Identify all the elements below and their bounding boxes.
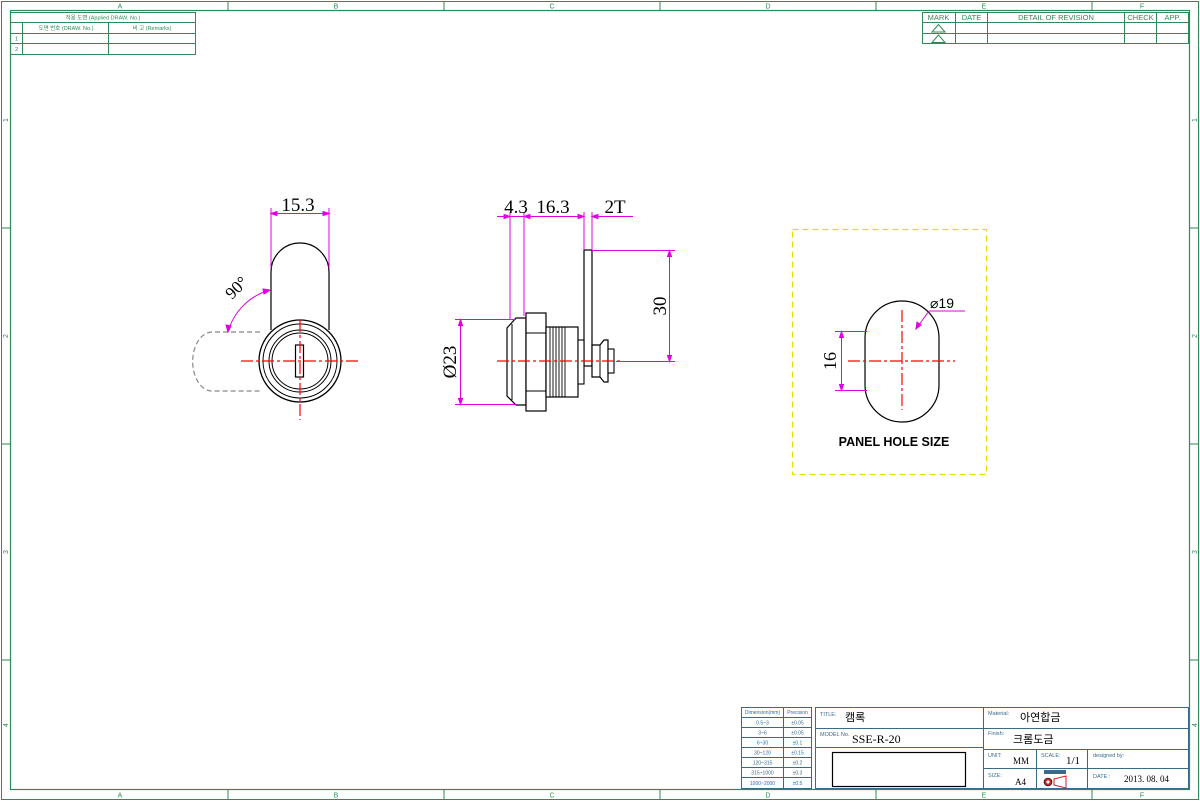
panel-diameter-leader	[915, 310, 965, 331]
dim-side-length: 16.3	[536, 197, 569, 218]
projection-symbol-icon	[1043, 770, 1067, 789]
tolerance-header-dimension: Dimension(mm)	[745, 710, 781, 716]
tolerance-value: ±0.2	[793, 761, 803, 767]
applied-drawings-table: 적용 도면 (Applied DRAW. No.) 도면 번호 (DRAW. N…	[10, 12, 196, 55]
dim-side-thickness: 2T	[604, 197, 626, 218]
tolerance-value: ±0.05	[791, 731, 804, 737]
tolerance-value: ±0.1	[793, 741, 803, 747]
side-view-top-dimensions	[497, 212, 633, 320]
side-view-spacer	[577, 339, 585, 385]
revision-header-mark: MARK	[928, 13, 950, 22]
row-label-left: 1	[3, 118, 10, 122]
frame-column-labels: A B C D E F A B C D E F	[118, 4, 1144, 800]
applied-table-row-num: 2	[15, 47, 18, 53]
tolerance-range: 30~120	[754, 751, 771, 757]
drawing-sheet: A B C D E F A B C D E F 1 2 3 4 1 2 3 4 …	[1, 1, 1199, 800]
col-label-top: D	[765, 4, 770, 11]
row-label-left: 3	[3, 550, 10, 554]
col-label-top: E	[982, 4, 987, 11]
applied-table-col-remarks: 비 고 (Remarks)	[133, 24, 172, 32]
side-view-nut	[525, 312, 547, 412]
row-label-left: 4	[3, 723, 10, 727]
revision-header-detail: DETAIL OF REVISION	[1018, 13, 1094, 22]
size-value: A4	[1015, 777, 1026, 787]
frame-row-labels: 1 2 3 4 1 2 3 4	[3, 118, 1199, 727]
col-label-top: A	[118, 4, 123, 11]
applied-table-col-drawno: 도면 번호 (DRAW. No.)	[39, 24, 94, 32]
model-label: MODEL No.	[820, 732, 850, 738]
tolerance-range: 0.5~3	[756, 721, 769, 727]
dim-side-offset: 4.3	[504, 197, 528, 218]
date-label: DATE :	[1093, 774, 1111, 780]
unit-label: UNIT:	[988, 753, 1002, 759]
row-label-right: 2	[1192, 334, 1199, 338]
col-label-bottom: A	[118, 793, 123, 800]
applied-table-title: 적용 도면 (Applied DRAW. No.)	[66, 14, 141, 22]
side-view-cam-plate	[583, 249, 593, 367]
tolerance-range: 3~6	[758, 731, 767, 737]
size-label: SIZE:	[988, 773, 1002, 779]
dim-panel-diameter: ⌀19	[930, 295, 954, 311]
revision-header-check: CHECK	[1127, 13, 1153, 22]
tolerance-value: ±0.05	[791, 721, 804, 727]
title-block: TITLE: MODEL No. Material: Finish: UNIT:…	[815, 707, 1189, 789]
applied-table-row-num: 1	[15, 37, 18, 43]
tolerance-range: 120~315	[753, 761, 773, 767]
dim-side-diameter: Ø23	[440, 346, 461, 379]
front-view-width-dimension	[269, 208, 331, 268]
dim-panel-flat: 16	[820, 352, 840, 370]
row-label-right: 1	[1192, 118, 1199, 122]
revision-mark-triangle-icon	[930, 34, 947, 43]
col-label-bottom: D	[765, 793, 770, 800]
tolerance-range: 6~30	[757, 741, 768, 747]
scale-value: 1/1	[1066, 755, 1080, 767]
col-label-top: B	[334, 4, 339, 11]
title-block-blank-box	[831, 751, 967, 788]
front-view-centerlines	[241, 320, 360, 420]
front-view-cam	[270, 242, 330, 330]
tolerance-value: ±0.15	[791, 751, 804, 757]
panel-hole-view: 16 ⌀19 PANEL HOLE SIZE	[791, 228, 988, 476]
tolerance-value: ±0.5	[793, 781, 803, 787]
col-label-top: C	[549, 4, 554, 11]
model-value: SSE-R-20	[852, 732, 901, 746]
revision-table: MARK DATE DETAIL OF REVISION CHECK APP.	[922, 12, 1189, 44]
dim-front-angle: 90°	[221, 273, 251, 303]
front-view: 15.3 90°	[192, 195, 360, 420]
row-label-right: 4	[1192, 723, 1199, 727]
tolerance-header-precision: Precision	[787, 710, 808, 716]
drawing-frame	[1, 1, 1199, 800]
col-label-top: F	[1140, 4, 1144, 11]
finish-label: Finish:	[988, 731, 1005, 737]
tolerance-value: ±0.3	[793, 771, 803, 777]
scale-label: SCALE:	[1041, 753, 1061, 759]
tolerance-range: 1000~2000	[750, 781, 775, 787]
tolerance-table: Dimension(mm) Precision 0.5~3 ±0.05 3~6 …	[741, 707, 812, 789]
row-label-left: 2	[3, 334, 10, 338]
finish-value: 크롬도금	[1013, 733, 1053, 746]
material-value: 아연합금	[1020, 711, 1060, 724]
col-label-bottom: C	[549, 793, 554, 800]
date-value: 2013. 08. 04	[1124, 774, 1170, 784]
col-label-bottom: F	[1140, 793, 1144, 800]
col-label-bottom: B	[334, 793, 339, 800]
dim-side-height: 30	[650, 297, 671, 316]
title-value: 캠록	[845, 711, 865, 724]
material-label: Material:	[988, 711, 1010, 717]
title-label: TITLE:	[820, 712, 837, 718]
unit-value: MM	[1013, 756, 1029, 766]
revision-mark-triangle-icon	[930, 23, 947, 33]
tolerance-range: 315~1000	[751, 771, 774, 777]
col-label-bottom: E	[982, 793, 987, 800]
revision-header-date: DATE	[962, 13, 981, 22]
dim-front-width: 15.3	[281, 195, 314, 216]
panel-hole-caption: PANEL HOLE SIZE	[839, 435, 950, 449]
side-view: 4.3 16.3 2T 30 Ø23	[440, 197, 675, 412]
row-label-right: 3	[1192, 550, 1199, 554]
revision-header-app: APP.	[1164, 13, 1180, 22]
designed-by-label: designed by:	[1093, 753, 1125, 759]
